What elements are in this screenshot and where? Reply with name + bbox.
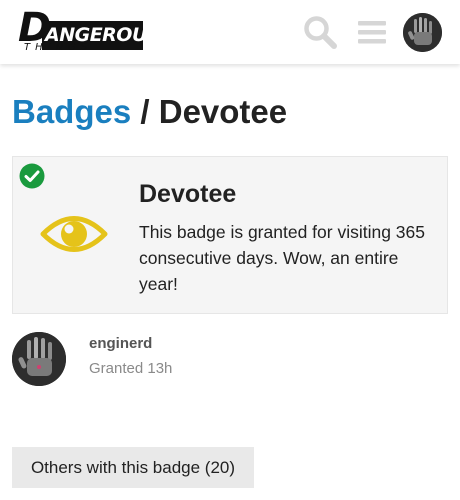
current-user-avatar[interactable] (403, 13, 442, 52)
granted-check-container (19, 163, 45, 189)
logo-subtitle: THINGS (24, 42, 93, 53)
badge-card: Devotee This badge is granted for visiti… (12, 156, 448, 314)
search-button[interactable] (302, 14, 338, 50)
site-header: D ANGEROUS THINGS (0, 0, 460, 64)
dangerous-things-logo[interactable]: D ANGEROUS THINGS (18, 8, 161, 54)
eye-icon (40, 216, 108, 252)
badge-name: Devotee (139, 180, 237, 208)
badge-icon-container (39, 209, 109, 259)
badge-description: This badge is granted for visiting 365 c… (139, 222, 425, 294)
check-circle-icon (19, 163, 45, 189)
robot-hand-avatar-icon (12, 332, 66, 386)
page-title: Badges / Devotee (12, 92, 287, 132)
hamburger-menu-icon (358, 21, 386, 44)
search-icon (304, 16, 337, 49)
hamburger-menu-button[interactable] (355, 14, 389, 50)
grant-user-avatar[interactable] (12, 332, 66, 386)
robot-hand-avatar-icon (403, 13, 442, 52)
others-with-badge-button[interactable]: Others with this badge (20) (12, 447, 254, 488)
breadcrumb-current: Devotee (158, 93, 288, 130)
grant-time: Granted 13h (89, 360, 173, 377)
grant-username[interactable]: enginerd (89, 334, 152, 354)
breadcrumb-badges-link[interactable]: Badges (12, 93, 131, 130)
breadcrumb-separator: / (140, 93, 150, 130)
